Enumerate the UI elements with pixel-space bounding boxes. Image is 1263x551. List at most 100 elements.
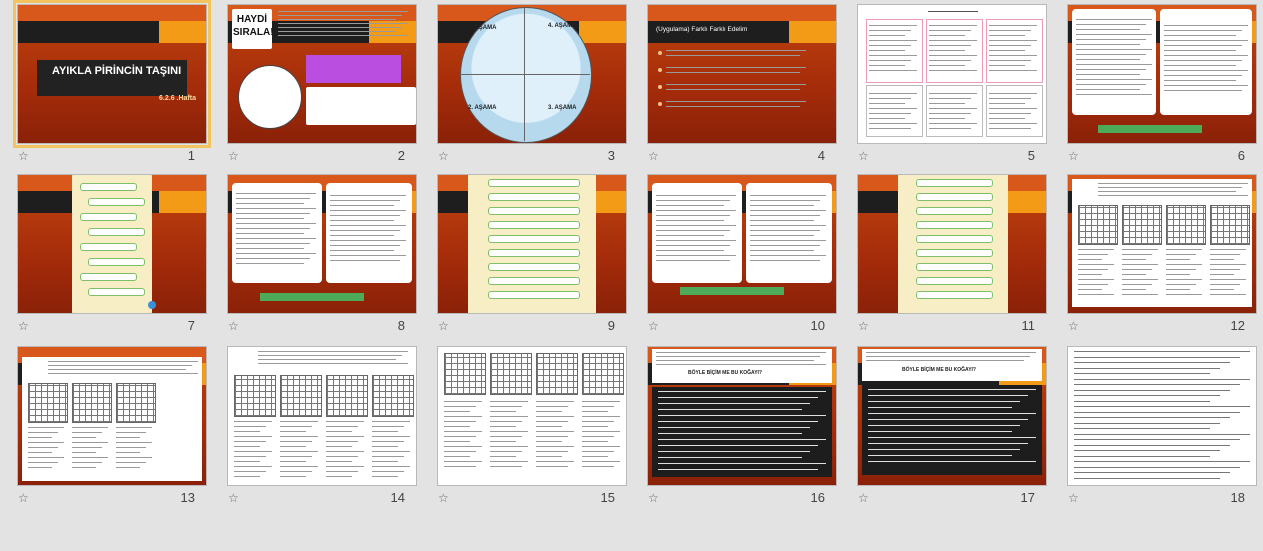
slide-thumbnail[interactable]: (Uygulama) Farklı Farklı Edelim ☆ 4	[630, 0, 840, 170]
slide-preview[interactable]	[1068, 175, 1256, 313]
slide-subtitle: 6.2.6 .Hafta	[159, 95, 196, 102]
answer-text-line	[330, 245, 400, 246]
slide-preview[interactable]	[228, 175, 416, 313]
answer-text-line	[750, 225, 826, 226]
slide-preview[interactable]	[438, 347, 626, 485]
answer-line	[490, 411, 516, 412]
slide-thumbnail[interactable]: ☆ 5	[840, 0, 1050, 170]
slide-preview[interactable]	[648, 175, 836, 313]
answer-text-line	[330, 210, 406, 211]
answer-line	[1210, 269, 1240, 270]
slide-thumbnail[interactable]: ☆ 15	[420, 342, 630, 512]
slide-thumbnail[interactable]: ☆ 14	[210, 342, 420, 512]
bullet-text-line	[666, 72, 800, 73]
slide-preview[interactable]: BÖYLE BİÇİM ME BU KOĞAYI?	[648, 347, 836, 485]
answer-line	[1078, 249, 1114, 250]
slide-thumbnail[interactable]: AYIKLA PİRİNCİN TAŞINI 6.2.6 .Hafta ☆ 1	[0, 0, 211, 170]
star-icon[interactable]: ☆	[1068, 492, 1079, 504]
slide-number: 4	[817, 148, 825, 163]
star-icon[interactable]: ☆	[438, 150, 449, 162]
slide-preview[interactable]	[438, 175, 626, 313]
scenario-text-line	[869, 70, 917, 71]
answer-line	[1122, 249, 1158, 250]
scenario-box	[986, 19, 1043, 83]
slide-preview[interactable]: 1. AŞAMA 4. AŞAMA 2. AŞAMA 3. AŞAMA	[438, 5, 626, 143]
slide-thumbnail[interactable]: ☆ 13	[0, 342, 210, 512]
story-header	[652, 349, 832, 383]
slide-preview[interactable]: AYIKLA PİRİNCİN TAŞINI 6.2.6 .Hafta	[13, 0, 211, 148]
slide-number: 7	[187, 318, 195, 333]
star-icon[interactable]: ☆	[1068, 150, 1079, 162]
nav-dot	[148, 301, 156, 309]
slide-preview[interactable]	[18, 175, 206, 313]
slide-preview[interactable]: BÖYLE BİÇİM ME BU KOĞAYI?	[858, 347, 1046, 485]
slide-thumbnail[interactable]: ☆ 12	[1050, 170, 1260, 340]
slide-preview[interactable]: HAYDİ SIRALA!	[228, 5, 416, 143]
slide-preview[interactable]	[858, 175, 1046, 313]
answer-line	[372, 426, 404, 427]
puzzle-grid	[72, 383, 112, 423]
answer-line	[116, 457, 152, 458]
answer-line	[582, 421, 614, 422]
star-icon[interactable]: ☆	[228, 150, 239, 162]
document-text-line	[1074, 422, 1220, 424]
star-icon[interactable]: ☆	[648, 320, 659, 332]
document-text-line	[1074, 428, 1210, 429]
star-icon[interactable]: ☆	[438, 492, 449, 504]
answer-line	[1210, 289, 1234, 290]
star-icon[interactable]: ☆	[228, 320, 239, 332]
answer-line	[444, 431, 482, 432]
star-icon[interactable]: ☆	[228, 492, 239, 504]
slide-thumbnail[interactable]: ☆ 18	[1050, 342, 1260, 512]
story-text-line	[868, 413, 1036, 414]
scenario-text-line	[869, 60, 911, 61]
slide-preview[interactable]	[228, 347, 416, 485]
algorithm-text-line	[929, 118, 965, 119]
slide-preview[interactable]	[1068, 5, 1256, 143]
answer-line	[234, 426, 266, 427]
star-icon[interactable]: ☆	[858, 320, 869, 332]
star-icon[interactable]: ☆	[1068, 320, 1079, 332]
slide-preview[interactable]: (Uygulama) Farklı Farklı Edelim	[648, 5, 836, 143]
star-icon[interactable]: ☆	[858, 492, 869, 504]
algorithm-text-line	[989, 108, 1037, 109]
scenario-text-line	[236, 263, 304, 264]
slide-preview[interactable]	[18, 347, 206, 485]
slide-preview[interactable]	[858, 5, 1046, 143]
star-icon[interactable]: ☆	[18, 150, 29, 162]
slide-thumbnail[interactable]: 1. AŞAMA 4. AŞAMA 2. AŞAMA 3. AŞAMA ☆ 3	[420, 0, 630, 170]
star-icon[interactable]: ☆	[648, 492, 659, 504]
story-text-line	[658, 445, 818, 446]
slide-preview[interactable]	[1068, 347, 1256, 485]
title-box: AYIKLA PİRİNCİN TAŞINI	[36, 60, 188, 97]
slide-thumbnail[interactable]: BÖYLE BİÇİM ME BU KOĞAYI? ☆ 16	[630, 342, 840, 512]
answer-line	[234, 421, 272, 422]
star-icon[interactable]: ☆	[858, 150, 869, 162]
star-icon[interactable]: ☆	[438, 320, 449, 332]
slide-thumbnail[interactable]: ☆ 6	[1050, 0, 1260, 170]
answer-line	[72, 447, 102, 448]
image-panel	[306, 87, 416, 125]
answer-text-line	[750, 250, 814, 251]
scenario-text-line	[656, 260, 730, 261]
slide-thumbnail[interactable]: HAYDİ SIRALA! ☆ 2	[210, 0, 420, 170]
story-text-line	[868, 431, 1012, 432]
slide-thumbnail[interactable]: ☆ 10	[630, 170, 840, 340]
star-icon[interactable]: ☆	[18, 320, 29, 332]
algorithm-text-line	[869, 123, 917, 124]
slide-number: 5	[1027, 148, 1035, 163]
flow-step	[916, 193, 993, 201]
scenario-text-line	[656, 205, 724, 206]
slide-thumbnail[interactable]: ☆ 7	[0, 170, 210, 340]
star-icon[interactable]: ☆	[18, 492, 29, 504]
star-icon[interactable]: ☆	[648, 150, 659, 162]
slide-thumbnail[interactable]: ☆ 8	[210, 170, 420, 340]
story-text-line	[868, 395, 1028, 396]
slide-thumbnail[interactable]: ☆ 9	[420, 170, 630, 340]
answer-line	[1210, 279, 1246, 280]
scenario-text-line	[656, 195, 736, 196]
algorithm-text-line	[869, 103, 905, 104]
slide-thumbnail[interactable]: BÖYLE BİÇİM ME BU KOĞAYI? ☆ 17	[840, 342, 1050, 512]
slide-thumbnail[interactable]: ☆ 11	[840, 170, 1050, 340]
answer-text-line	[330, 200, 400, 201]
